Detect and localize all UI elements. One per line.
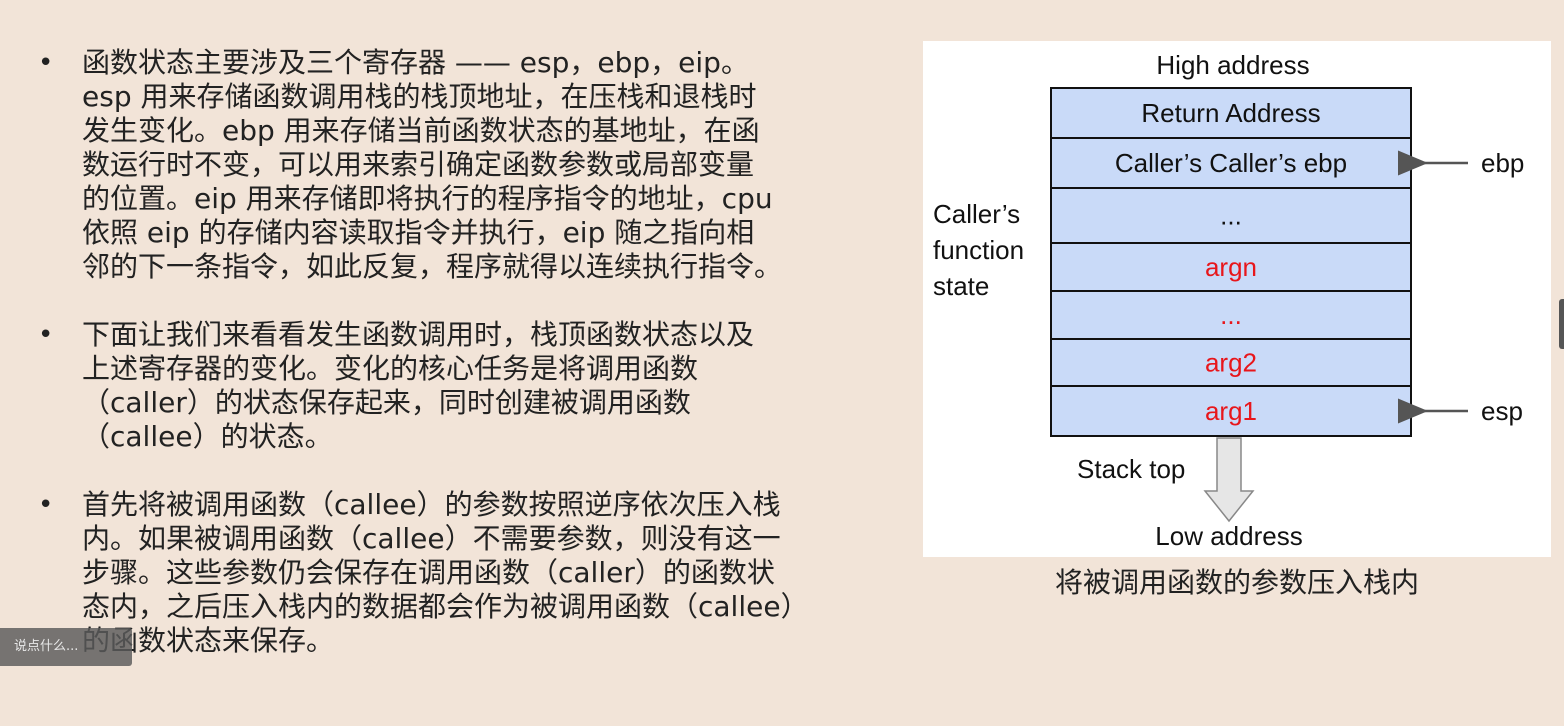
comment-input[interactable]: 说点什么... (0, 628, 132, 666)
side-label-line: Caller’s (933, 199, 1020, 229)
text-line: （callee）的状态。 (82, 420, 333, 453)
stack-cell-label: Caller’s Caller’s ebp (1115, 148, 1347, 178)
diagram-caption: 将被调用函数的参数压入栈内 (1054, 566, 1419, 599)
text-line: 函数状态主要涉及三个寄存器 —— esp，ebp，eip。 (82, 46, 749, 79)
text-line: 内。如果被调用函数（callee）不需要参数，则没有这一 (82, 522, 781, 555)
stack-cell-label: arg2 (1205, 348, 1257, 378)
side-panel-handle[interactable] (1559, 299, 1564, 349)
bullet-dot: • (38, 48, 54, 78)
stack-top-label: Stack top (1077, 454, 1185, 484)
stack-diagram: High address Return Address Caller’s Call… (923, 41, 1551, 557)
text-line: 的函数状态来保存。 (82, 624, 335, 657)
register-pointers: ebp esp (1398, 148, 1524, 426)
text-line: 发生变化。ebp 用来存储当前函数状态的基地址，在函 (82, 114, 760, 147)
bullet-item-registers: • 函数状态主要涉及三个寄存器 —— esp，ebp，eip。 esp 用来存储… (38, 46, 852, 284)
bullet-item-call-overview: • 下面让我们来看看发生函数调用时，栈顶函数状态以及 上述寄存器的变化。变化的核… (38, 318, 852, 454)
text-line: 上述寄存器的变化。变化的核心任务是将调用函数 (82, 352, 699, 385)
stack-cell-label: arg1 (1205, 396, 1257, 426)
side-label-line: state (933, 271, 989, 301)
stack-cells: Return Address Caller’s Caller’s ebp... ar… (1050, 87, 1412, 437)
stack-cell-label: ... (1220, 300, 1242, 330)
text-line: 数运行时不变，可以用来索引确定函数参数或局部变量 (82, 148, 755, 181)
bullet-list: • 函数状态主要涉及三个寄存器 —— esp，ebp，eip。 esp 用来存储… (38, 46, 858, 692)
bullet-item-push-args: • 首先将被调用函数（callee）的参数按照逆序依次压入栈 内。如果被调用函数… (38, 488, 852, 658)
stack-cell-label: Return Address (1141, 98, 1320, 128)
esp-pointer-label: esp (1481, 396, 1523, 426)
stack-cell-label: ... (1220, 201, 1242, 231)
bullet-text: 首先将被调用函数（callee）的参数按照逆序依次压入栈 内。如果被调用函数（c… (82, 488, 852, 658)
text-line: 首先将被调用函数（callee）的参数按照逆序依次压入栈 (82, 488, 781, 521)
down-arrow-icon (1203, 437, 1255, 523)
ebp-pointer-label: ebp (1481, 148, 1524, 178)
text-line: 的位置。eip 用来存储即将执行的程序指令的地址，cpu (82, 182, 773, 215)
text-line: 依照 eip 的存储内容读取指令并执行，eip 随之指向相 (82, 216, 755, 249)
bullet-text: 函数状态主要涉及三个寄存器 —— esp，ebp，eip。 esp 用来存储函数… (82, 46, 852, 284)
text-line: 邻的下一条指令，如此反复，程序就得以连续执行指令。 (82, 250, 783, 283)
side-label-line: function (933, 235, 1024, 265)
text-line: 下面让我们来看看发生函数调用时，栈顶函数状态以及 (82, 318, 755, 351)
stack-cell-label: argn (1205, 252, 1257, 282)
bullet-text: 下面让我们来看看发生函数调用时，栈顶函数状态以及 上述寄存器的变化。变化的核心任… (82, 318, 852, 454)
bullet-dot: • (38, 320, 54, 350)
text-line: （caller）的状态保存起来，同时创建被调用函数 (82, 386, 691, 419)
text-line: esp 用来存储函数调用栈的栈顶地址，在压栈和退栈时 (82, 80, 757, 113)
low-address-label: Low address (1155, 521, 1302, 551)
text-line: 态内，之后压入栈内的数据都会作为被调用函数（callee） (82, 590, 809, 623)
bullet-dot: • (38, 490, 54, 520)
stack-diagram-svg: High address Return Address Caller’s Call… (933, 50, 1524, 551)
text-line: 步骤。这些参数仍会保存在调用函数（caller）的函数状 (82, 556, 775, 589)
high-address-label: High address (1156, 50, 1309, 80)
